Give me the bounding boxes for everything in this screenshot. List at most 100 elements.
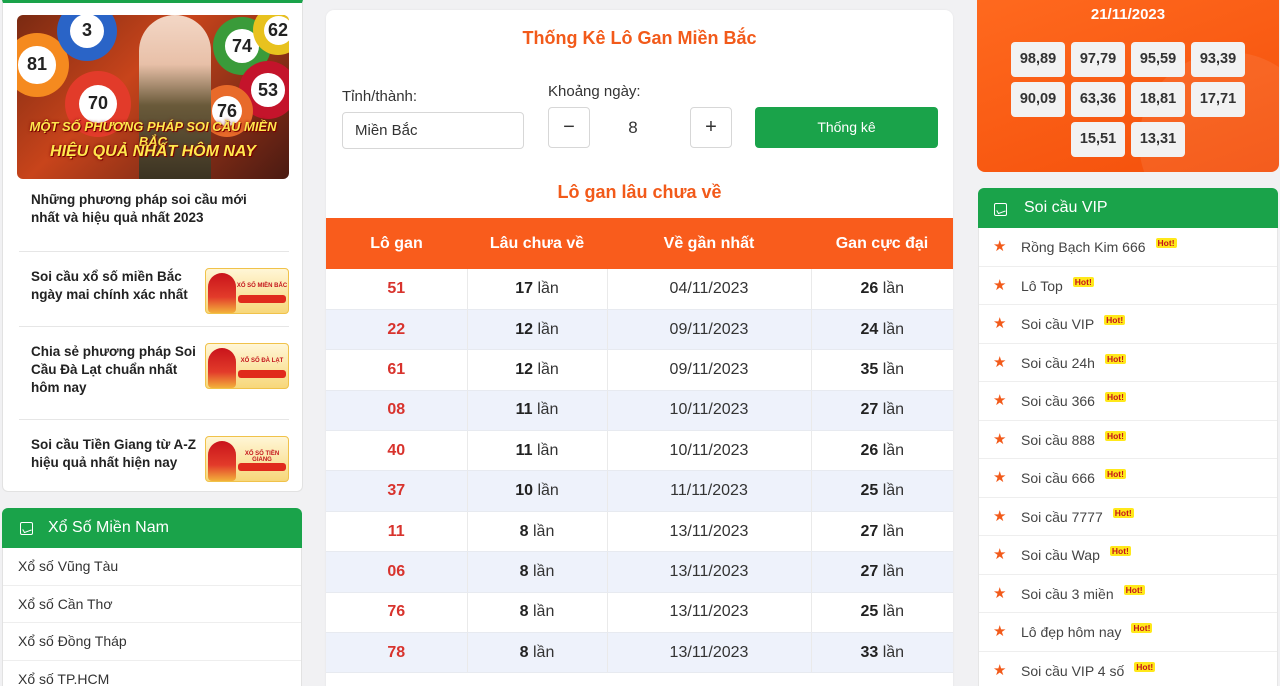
number-badge: 95,59 [1131,42,1185,77]
vip-link-text[interactable]: Lô đẹp hôm nay [1021,624,1121,640]
vip-link-text[interactable]: Lô Top [1021,278,1063,294]
vip-link[interactable]: ★ Soi cầu 888 Hot! [979,421,1277,459]
lo-number[interactable]: 51 [326,269,468,310]
vip-link[interactable]: ★ Soi cầu 3 miền Hot! [979,575,1277,613]
article-item[interactable]: Chia sẻ phương pháp Soi Cầu Đà Lạt chuẩn… [19,326,289,419]
vip-link-text[interactable]: Rồng Bạch Kim 666 [1021,239,1146,255]
lo-number[interactable]: 61 [326,349,468,391]
vip-link-text[interactable]: Soi cầu Wap [1021,547,1100,563]
hero-text-line2: HIỆU QUẢ NHẤT HÔM NAY [50,143,256,160]
vip-link-text[interactable]: Soi cầu 3 miền [1021,586,1114,602]
vip-link[interactable]: ★ Soi cầu Wap Hot! [979,536,1277,575]
max-gan-value: 25 [860,603,879,621]
vip-link-label[interactable]: Soi cầu 24h Hot! [1021,353,1126,371]
province-label: Tỉnh/thành: [342,88,418,105]
numbers-date: 21/11/2023 [1090,6,1166,23]
absent-value: 10 [515,482,533,500]
submit-button[interactable]: Thống kê [755,107,938,148]
hero-article-title[interactable]: Những phương pháp soi cầu mới nhất và hi… [31,191,261,227]
vip-link[interactable]: ★ Soi cầu VIP Hot! [979,305,1277,344]
number-badge: 93,39 [1191,42,1245,77]
table-row: 06 8 lần 13/11/2023 27 lần [326,551,953,593]
absent-count: 12 lần [467,309,608,351]
mien-nam-link[interactable]: Xổ số Cần Thơ [3,586,301,623]
province-select[interactable]: Miền Bắc [342,112,524,149]
vip-link[interactable]: ★ Soi cầu 24h Hot! [979,344,1277,382]
lo-number[interactable]: 76 [326,592,468,634]
vip-link[interactable]: ★ Soi cầu 366 Hot! [979,382,1277,421]
vip-link[interactable]: ★ Lô đẹp hôm nay Hot! [979,613,1277,652]
vip-link-label[interactable]: Soi cầu 666 Hot! [1021,469,1126,486]
vip-link-text[interactable]: Soi cầu 7777 [1021,509,1103,525]
max-gan: 26 lần [811,269,953,310]
range-input[interactable]: 8 [596,107,670,148]
max-gan: 26 lần [811,430,953,472]
mien-nam-link[interactable]: Xổ số Đồng Tháp [3,623,301,661]
vip-link-label[interactable]: Lô Top Hot! [1021,276,1094,294]
vip-header: Soi cầu VIP [978,188,1278,228]
table-row: 51 17 lần 04/11/2023 26 lần [326,269,953,310]
vip-link[interactable]: ★ Rồng Bạch Kim 666 Hot! [979,228,1277,267]
article-title[interactable]: Chia sẻ phương pháp Soi Cầu Đà Lạt chuẩn… [31,343,201,397]
article-title[interactable]: Soi cầu xổ số miền Bắc ngày mai chính xá… [31,268,201,304]
vip-link-text[interactable]: Soi cầu 24h [1021,355,1095,371]
thumb-title: XỔ SỐ MIỀN BẮC [236,283,288,289]
vip-link-text[interactable]: Soi cầu VIP [1021,316,1094,332]
hot-badge: Hot! [1109,546,1131,556]
star-icon: ★ [993,661,1007,679]
vip-link-label[interactable]: Soi cầu VIP 4 số Hot! [1021,661,1156,679]
lo-number[interactable]: 37 [326,470,468,512]
vip-link[interactable]: ★ Lô Top Hot! [979,267,1277,305]
decrement-button[interactable]: − [548,107,590,148]
lo-number[interactable]: 78 [326,632,468,674]
vip-link-text[interactable]: Soi cầu 366 [1021,393,1095,409]
thumb-title: XỔ SỐ TIỀN GIANG [244,451,280,463]
vip-link[interactable]: ★ Soi cầu 7777 Hot! [979,498,1277,536]
article-title[interactable]: Soi cầu Tiền Giang từ A-Z hiệu quả nhất … [31,436,201,472]
vip-link-text[interactable]: Soi cầu 888 [1021,432,1095,448]
star-icon: ★ [993,507,1007,525]
vip-link-label[interactable]: Rồng Bạch Kim 666 Hot! [1021,238,1177,255]
lo-number[interactable]: 08 [326,390,468,432]
absent-value: 8 [519,643,529,661]
last-seen-date: 09/11/2023 [607,349,812,391]
last-seen-date: 13/11/2023 [607,511,812,553]
vip-link-label[interactable]: Soi cầu Wap Hot! [1021,546,1131,563]
checkbox-icon [20,522,33,535]
lo-number[interactable]: 11 [326,511,468,553]
unit-label: lần [533,562,555,580]
absent-count: 17 lần [467,269,608,310]
table-row: 78 8 lần 13/11/2023 33 lần [326,632,953,674]
absent-value: 8 [519,522,529,540]
vip-link-label[interactable]: Lô đẹp hôm nay Hot! [1021,623,1153,640]
mien-nam-link[interactable]: Xổ số Vũng Tàu [3,548,301,586]
lo-number[interactable]: 06 [326,551,468,593]
article-thumbnail[interactable]: XỔ SỐ ĐÀ LẠT [205,343,289,389]
lo-number[interactable]: 22 [326,309,468,351]
increment-button[interactable]: + [690,107,732,148]
vip-link-text[interactable]: Soi cầu VIP 4 số [1021,663,1124,679]
hero-article-image[interactable]: 81 3 70 74 62 53 76 MỘT SỐ PHƯƠNG PHÁP S… [17,15,289,179]
max-gan-value: 27 [860,401,879,419]
lo-number[interactable]: 40 [326,430,468,472]
mien-nam-link[interactable]: Xổ số TP.HCM [3,661,301,686]
vip-link[interactable]: ★ Soi cầu VIP 4 số Hot! [979,652,1277,686]
thumb-banner [238,295,286,303]
article-item[interactable]: Soi cầu Tiền Giang từ A-Z hiệu quả nhất … [19,419,289,493]
last-seen-date: 13/11/2023 [607,632,812,674]
article-item[interactable]: Soi cầu xổ số miền Bắc ngày mai chính xá… [19,251,289,326]
vip-link-label[interactable]: Soi cầu 7777 Hot! [1021,507,1134,525]
vip-link-label[interactable]: Soi cầu 366 Hot! [1021,392,1126,409]
vip-link[interactable]: ★ Soi cầu 666 Hot! [979,459,1277,498]
unit-label: lần [537,279,559,297]
number-badge: 90,09 [1011,82,1065,117]
max-gan: 27 lần [811,511,953,553]
article-thumbnail[interactable]: XỔ SỐ TIỀN GIANG [205,436,289,482]
mien-nam-header: Xổ Số Miền Nam [2,508,302,548]
vip-link-label[interactable]: Soi cầu 3 miền Hot! [1021,584,1145,602]
vip-list: ★ Rồng Bạch Kim 666 Hot! ★ Lô Top Hot! ★ Soi cầ… [978,228,1278,686]
vip-link-label[interactable]: Soi cầu VIP Hot! [1021,315,1126,332]
vip-link-label[interactable]: Soi cầu 888 Hot! [1021,430,1126,448]
article-thumbnail[interactable]: XỔ SỐ MIỀN BẮC [205,268,289,314]
vip-link-text[interactable]: Soi cầu 666 [1021,470,1095,486]
